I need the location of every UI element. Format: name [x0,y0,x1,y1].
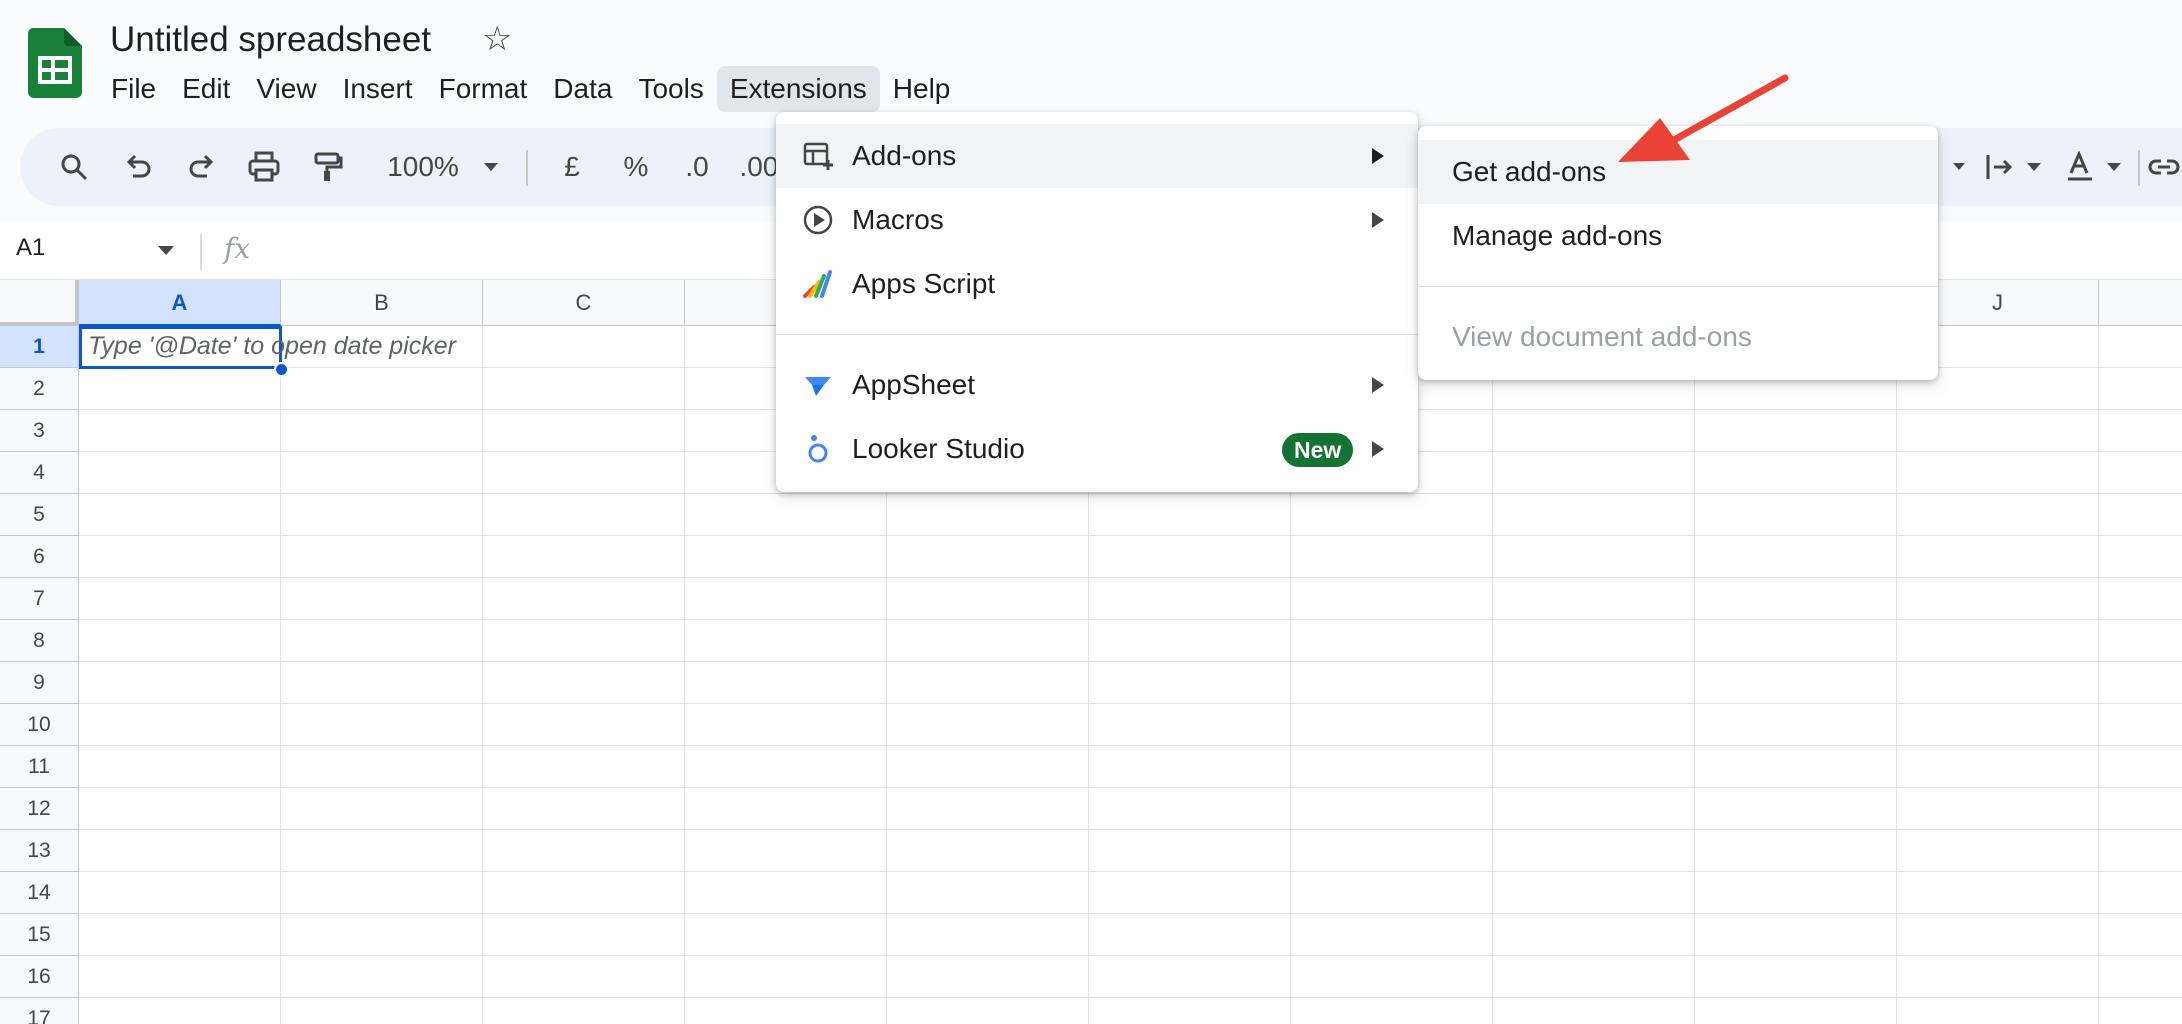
row-header-4[interactable]: 4 [0,452,79,494]
formula-bar-divider [200,234,202,270]
toolbar-divider [526,150,528,186]
view-document-add-ons-item: View document add-ons [1452,321,1752,352]
name-box-chevron-down-icon[interactable] [158,246,174,255]
row-header-13[interactable]: 13 [0,830,79,872]
fill-handle[interactable] [274,362,289,377]
submenu-arrow-icon [1372,148,1384,164]
print-icon[interactable] [242,144,286,190]
date-picker-hint: Type '@Date' to open date picker [88,332,456,360]
row-header-15[interactable]: 15 [0,914,79,956]
appsheet-icon [805,377,831,396]
insert-link-icon[interactable] [2146,144,2182,190]
menu-edit[interactable]: Edit [169,66,243,112]
decrease-decimal-button[interactable]: .0 [672,144,722,190]
column-header-k[interactable] [2099,280,2182,326]
menu-format[interactable]: Format [426,66,541,112]
menu-divider [1418,286,1938,287]
row-header-6[interactable]: 6 [0,536,79,578]
row-header-17[interactable]: 17 [0,998,79,1024]
submenu-arrow-icon [1372,377,1384,393]
document-title[interactable]: Untitled spreadsheet [110,20,431,60]
menu-extensions[interactable]: Extensions [716,66,880,112]
name-box[interactable]: A1 [16,234,45,262]
menu-data[interactable]: Data [540,66,625,112]
row-header-10[interactable]: 10 [0,704,79,746]
submenu-arrow-icon [1372,441,1384,457]
menu-item-looker-studio[interactable]: Looker Studio New [776,417,1418,481]
row-header-9[interactable]: 9 [0,662,79,704]
menu-insert[interactable]: Insert [330,66,426,112]
row-header-14[interactable]: 14 [0,872,79,914]
row-header-11[interactable]: 11 [0,746,79,788]
macros-icon [803,205,833,235]
apps-script-icon [803,270,832,298]
column-header-a[interactable]: A [79,280,281,326]
select-all-corner[interactable] [0,280,79,326]
google-sheets-window: Untitled spreadsheet ☆ File Edit View In… [0,0,2182,1024]
search-menus-icon[interactable] [54,144,94,190]
star-icon[interactable]: ☆ [482,22,512,56]
menu-item-label: Macros [852,204,944,235]
redo-icon[interactable] [182,144,222,190]
sheets-logo-icon[interactable] [28,28,82,98]
menu-item-add-ons[interactable]: Add-ons [776,124,1418,188]
chevron-down-icon[interactable] [2022,144,2046,190]
menu-item-label: AppSheet [852,369,975,400]
column-header-c[interactable]: C [483,280,685,326]
row-header-16[interactable]: 16 [0,956,79,998]
looker-studio-icon [808,435,828,463]
menu-bar: File Edit View Insert Format Data Tools … [98,66,963,112]
fx-icon: fx [224,232,251,265]
text-direction-icon[interactable] [1980,144,2020,190]
row-header-3[interactable]: 3 [0,410,79,452]
add-ons-icon [803,142,833,170]
row-header-5[interactable]: 5 [0,494,79,536]
currency-format-button[interactable]: £ [550,144,594,190]
row-header-12[interactable]: 12 [0,788,79,830]
manage-add-ons-item[interactable]: Manage add-ons [1418,204,1938,268]
row-header-1[interactable]: 1 [0,326,79,368]
column-header-b[interactable]: B [281,280,483,326]
menu-help[interactable]: Help [880,66,964,112]
menu-file[interactable]: File [98,66,169,112]
menu-divider [776,334,1418,335]
menu-item-label: Apps Script [852,268,996,299]
get-add-ons-item[interactable]: Get add-ons [1418,140,1938,204]
chevron-down-icon[interactable] [1950,144,1968,190]
new-badge: New [1282,433,1354,467]
menu-tools[interactable]: Tools [625,66,716,112]
percent-format-button[interactable]: % [614,144,658,190]
undo-icon[interactable] [118,144,158,190]
row-header-8[interactable]: 8 [0,620,79,662]
paint-format-icon[interactable] [308,144,348,190]
zoom-chevron-down-icon[interactable] [476,144,506,190]
toolbar-divider [2138,150,2140,186]
add-ons-submenu: Get add-ons Manage add-ons View document… [1418,126,1938,380]
submenu-arrow-icon [1372,212,1384,228]
zoom-select[interactable]: 100% [378,144,468,190]
row-header-7[interactable]: 7 [0,578,79,620]
menu-item-apps-script[interactable]: Apps Script [776,252,1418,316]
row-header-2[interactable]: 2 [0,368,79,410]
menu-item-appsheet[interactable]: AppSheet [776,353,1418,417]
menu-item-macros[interactable]: Macros [776,188,1418,252]
menu-item-label: Add-ons [852,140,957,171]
chevron-down-icon[interactable] [2102,144,2126,190]
extensions-menu: Add-ons Macros Apps Script AppSheet Look… [776,112,1418,492]
menu-view[interactable]: View [243,66,329,112]
text-rotation-icon[interactable] [2060,144,2100,190]
menu-item-label: Looker Studio [852,433,1025,464]
